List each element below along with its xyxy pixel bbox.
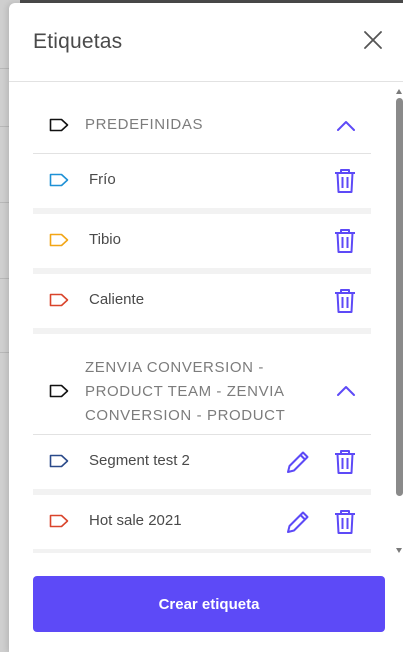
pencil-icon[interactable] <box>285 509 311 535</box>
scrollbar-down-arrow[interactable] <box>396 548 402 553</box>
tag-icon <box>49 293 69 307</box>
create-tag-button[interactable]: Crear etiqueta <box>33 576 385 632</box>
tag-icon <box>49 173 69 187</box>
trash-icon[interactable] <box>333 168 357 194</box>
group-title-line: ZENVIA CONVERSION - <box>85 359 264 376</box>
group-title: PREDEFINIDAS <box>85 116 204 133</box>
tag-icon <box>49 233 69 247</box>
tag-icon <box>49 514 69 528</box>
tags-panel: Etiquetas PREDEFINIDAS Frío Tibio Calien… <box>9 3 403 652</box>
tag-icon <box>49 118 69 132</box>
chevron-up-icon[interactable] <box>335 119 357 133</box>
close-icon[interactable] <box>361 28 385 52</box>
group-header-predefinidas[interactable]: PREDEFINIDAS <box>33 83 371 154</box>
list-item[interactable]: Segment test 2 <box>33 435 371 495</box>
list-item[interactable]: Caliente <box>33 274 371 334</box>
list-item[interactable]: Tibio <box>33 214 371 274</box>
tags-list[interactable]: PREDEFINIDAS Frío Tibio Caliente ZENVIA … <box>9 83 403 553</box>
trash-icon[interactable] <box>333 228 357 254</box>
chevron-up-icon[interactable] <box>335 384 357 398</box>
list-item[interactable]: Hot sale 2021 <box>33 495 371 553</box>
tag-label: Tibio <box>89 231 121 248</box>
tag-icon <box>49 454 69 468</box>
group-title-line: PRODUCT TEAM - ZENVIA <box>85 383 285 400</box>
trash-icon[interactable] <box>333 449 357 475</box>
panel-title: Etiquetas <box>33 30 123 53</box>
group-header-zenvia[interactable]: ZENVIA CONVERSION - PRODUCT TEAM - ZENVI… <box>33 334 371 435</box>
tag-label: Hot sale 2021 <box>89 512 182 529</box>
tag-icon <box>49 384 69 398</box>
group-title-line: CONVERSION - PRODUCT <box>85 407 286 424</box>
tag-label: Caliente <box>89 291 145 308</box>
trash-icon[interactable] <box>333 509 357 535</box>
scrollbar-thumb[interactable] <box>396 98 403 496</box>
list-item[interactable]: Frío <box>33 154 371 214</box>
panel-header: Etiquetas <box>9 3 403 82</box>
pencil-icon[interactable] <box>285 449 311 475</box>
tag-label: Frío <box>89 171 116 188</box>
trash-icon[interactable] <box>333 288 357 314</box>
tag-label: Segment test 2 <box>89 452 190 469</box>
scrollbar-up-arrow[interactable] <box>396 89 402 94</box>
